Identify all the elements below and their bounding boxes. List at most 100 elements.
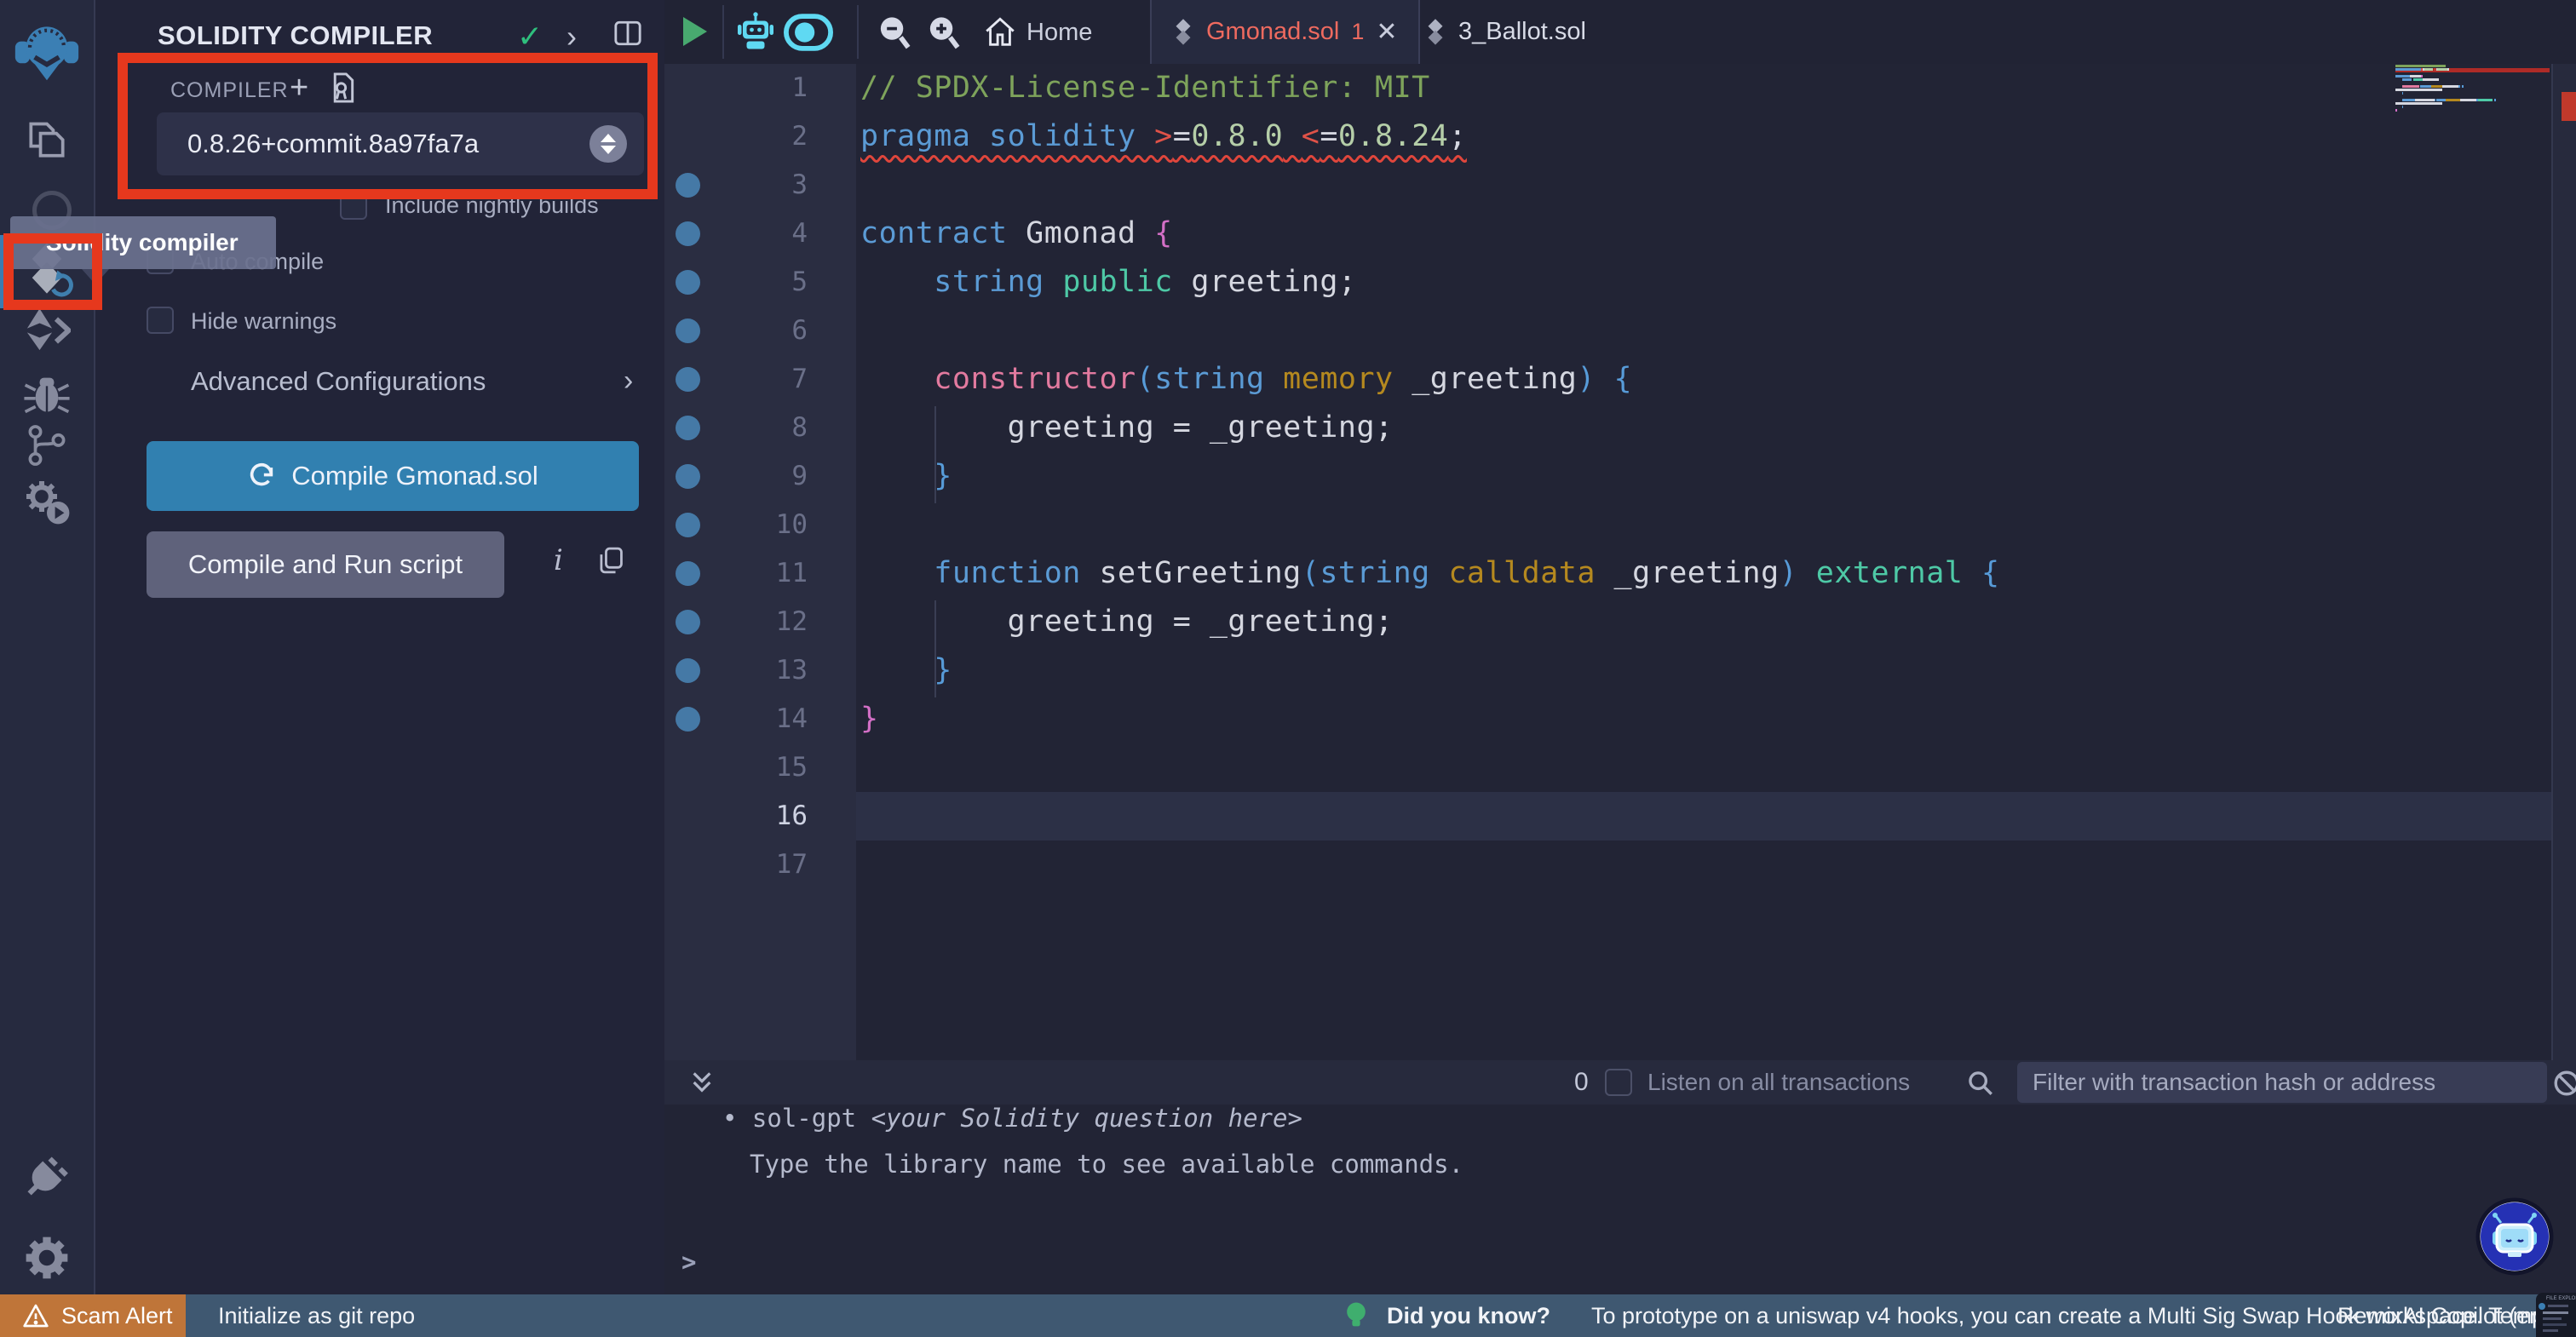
panel-forward-icon[interactable]: › (566, 19, 577, 55)
gutter-dot[interactable] (676, 513, 700, 537)
terminal-search-icon[interactable] (1966, 1069, 1995, 1102)
editor-gutter[interactable]: 1 2 3 4 5 6 7 8 9 10 11 12 13 14 15 16 17 (664, 64, 856, 1060)
plugin-manager-icon[interactable] (0, 1148, 94, 1204)
clear-console-icon[interactable] (2552, 1069, 2576, 1102)
debugger-icon[interactable] (0, 368, 94, 421)
gutter-row[interactable]: 4 (664, 209, 856, 258)
gutter-row[interactable]: 17 (664, 841, 856, 889)
copy-icon[interactable] (596, 545, 625, 580)
gutter-dot[interactable] (676, 464, 700, 489)
advanced-chevron-icon[interactable]: › (624, 364, 633, 398)
settings-icon[interactable] (0, 1231, 94, 1284)
gutter-row[interactable]: 3 (664, 161, 856, 209)
code-line[interactable]: // SPDX-License-Identifier: MIT (860, 64, 1430, 112)
gutter-row[interactable]: 5 (664, 258, 856, 307)
code-line[interactable]: greeting = _greeting; (860, 598, 1394, 646)
terminal-output[interactable]: • sol-gpt <your Solidity question here> … (664, 1104, 2576, 1294)
code-line[interactable]: pragma solidity >=0.8.0 <=0.8.24; (860, 112, 1467, 161)
bulb-icon (1344, 1301, 1368, 1334)
deploy-run-icon[interactable] (0, 303, 94, 358)
git-init-button[interactable]: Initialize as git repo (218, 1303, 415, 1329)
gutter-row[interactable]: 8 (664, 404, 856, 452)
error-ruler-mark (2562, 92, 2576, 121)
code-line[interactable]: } (860, 646, 952, 695)
gutter-dot[interactable] (676, 367, 700, 392)
run-script-icon[interactable] (683, 17, 707, 46)
remix-logo[interactable] (0, 17, 94, 85)
scam-alert-button[interactable]: Scam Alert (0, 1294, 186, 1337)
info-icon[interactable]: i (554, 543, 563, 577)
gutter-row[interactable]: 15 (664, 743, 856, 792)
line-number: 17 (775, 849, 808, 880)
advanced-configurations-label[interactable]: Advanced Configurations (191, 366, 486, 397)
line-number: 10 (775, 509, 808, 540)
line-number: 13 (775, 655, 808, 686)
unit-testing-icon[interactable] (0, 473, 94, 530)
transaction-count: 0 (1574, 1068, 1589, 1096)
expand-terminal-icon[interactable] (688, 1069, 716, 1100)
listen-transactions-checkbox[interactable] (1605, 1069, 1632, 1096)
line-number: 12 (775, 606, 808, 637)
gutter-row[interactable]: 9 (664, 452, 856, 501)
tab-label[interactable]: 3_Ballot.sol (1458, 18, 1586, 46)
gutter-dot[interactable] (676, 221, 700, 246)
zoom-out-icon[interactable] (876, 14, 913, 55)
gutter-row[interactable]: 11 (664, 549, 856, 598)
gutter-dot[interactable] (676, 416, 700, 440)
compile-success-check-icon: ✓ (517, 19, 543, 54)
line-number: 4 (791, 218, 808, 249)
gutter-row[interactable]: 1 (664, 64, 856, 112)
gutter-row[interactable]: 13 (664, 646, 856, 695)
gutter-row[interactable]: 6 (664, 307, 856, 355)
gutter-dot[interactable] (676, 561, 700, 586)
terminal-prompt[interactable]: > (681, 1248, 696, 1277)
line-number: 3 (791, 169, 808, 200)
source-control-icon[interactable] (0, 421, 94, 470)
tab-close-icon[interactable]: ✕ (1376, 17, 1397, 47)
code-line[interactable]: constructor(string memory _greeting) { (860, 355, 1632, 404)
code-line[interactable]: function setGreeting(string calldata _gr… (860, 549, 2000, 598)
annotation-box-compiler-icon (3, 233, 102, 310)
gutter-dot[interactable] (676, 270, 700, 295)
tab-gmonad[interactable]: Gmonad.sol 1 ✕ (1150, 0, 1420, 64)
compile-and-run-button[interactable]: Compile and Run script (147, 531, 504, 598)
editor-minimap[interactable] (2395, 65, 2550, 167)
activity-bar (0, 0, 95, 1294)
gutter-dot[interactable] (676, 658, 700, 683)
gutter-row[interactable]: 10 (664, 501, 856, 549)
code-line[interactable]: greeting = _greeting; (860, 404, 1394, 452)
transaction-filter-input[interactable] (2017, 1062, 2547, 1103)
status-bar: Scam Alert Initialize as git repo Did yo… (0, 1294, 2576, 1337)
ai-robot-icon[interactable] (736, 12, 775, 57)
editor-scrollbar[interactable] (2551, 64, 2576, 1060)
code-line[interactable]: } (860, 452, 952, 501)
solidity-file-icon (1176, 18, 1191, 45)
tab-ballot[interactable]: 3_Ballot.sol (1404, 0, 1607, 64)
compile-button[interactable]: Compile Gmonad.sol (147, 441, 639, 511)
hide-warnings-checkbox[interactable] (147, 307, 174, 334)
hide-warnings-label[interactable]: Hide warnings (191, 308, 336, 335)
gutter-row[interactable]: 2 (664, 112, 856, 161)
gutter-row[interactable]: 7 (664, 355, 856, 404)
listen-transactions-label[interactable]: Listen on all transactions (1647, 1069, 1910, 1096)
gutter-dot[interactable] (676, 318, 700, 343)
code-editor[interactable]: // SPDX-License-Identifier: MIT pragma so… (856, 64, 2551, 1060)
gutter-row[interactable]: 14 (664, 695, 856, 743)
gutter-dot[interactable] (676, 173, 700, 198)
pin-panel-icon[interactable] (613, 19, 642, 52)
line-number: 5 (791, 267, 808, 297)
zoom-in-icon[interactable] (925, 14, 963, 55)
home-icon[interactable] (983, 15, 1017, 54)
file-explorer-icon[interactable] (0, 116, 94, 167)
copilot-toggle-icon[interactable] (784, 14, 833, 55)
gutter-row[interactable]: 12 (664, 598, 856, 646)
gutter-dot[interactable] (676, 610, 700, 634)
gutter-dot[interactable] (676, 707, 700, 732)
remix-ai-assistant-button[interactable] (2475, 1197, 2554, 1276)
code-line[interactable]: contract Gmonad { (860, 209, 1173, 258)
code-line[interactable]: string public greeting; (860, 258, 1356, 307)
code-line[interactable]: } (860, 695, 879, 743)
gutter-row[interactable]: 16 (664, 792, 856, 841)
home-tab-label[interactable]: Home (1026, 19, 1092, 47)
tab-label[interactable]: Gmonad.sol (1206, 18, 1339, 46)
